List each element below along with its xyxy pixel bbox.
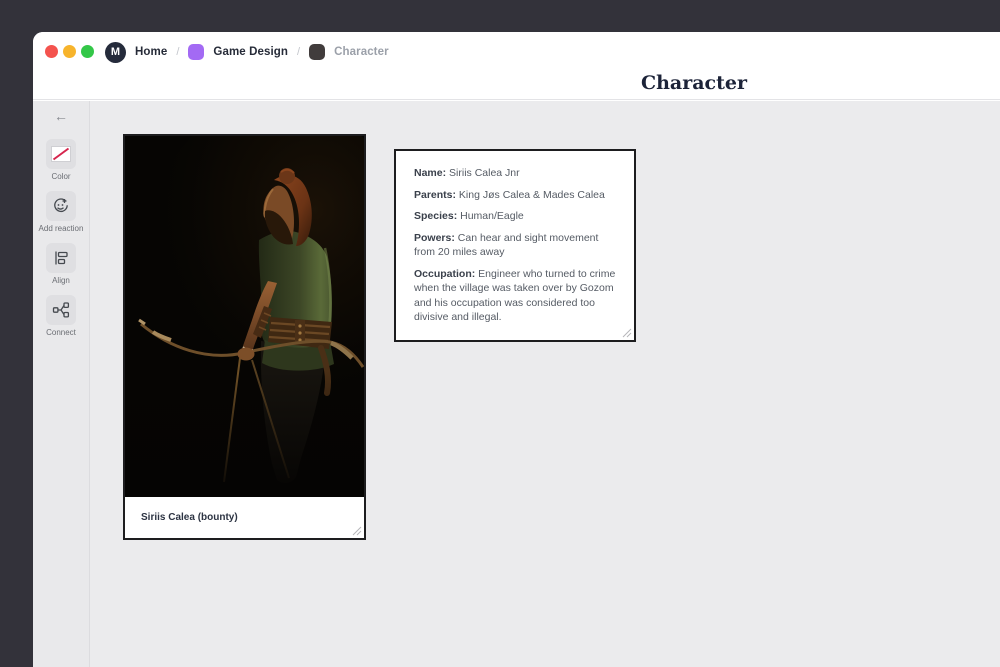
note-field-parents: Parents: King Jøs Calea & Mades Calea bbox=[414, 188, 616, 203]
note-field-powers-label: Powers: bbox=[414, 232, 455, 244]
minimize-window-button[interactable] bbox=[63, 45, 76, 58]
align-tool-label: Align bbox=[52, 276, 70, 285]
align-objects-icon[interactable] bbox=[46, 243, 76, 273]
note-field-name-value: Siriis Calea Jnr bbox=[446, 167, 520, 179]
connect-tool-label: Connect bbox=[46, 328, 76, 337]
add-reaction-tool-label: Add reaction bbox=[39, 224, 84, 233]
connect-nodes-icon[interactable] bbox=[46, 295, 76, 325]
zoom-window-button[interactable] bbox=[81, 45, 94, 58]
breadcrumb-separator: / bbox=[176, 46, 179, 58]
note-field-occupation: Occupation: Engineer who turned to crime… bbox=[414, 267, 616, 325]
breadcrumb: M Home / Game Design / Character bbox=[105, 41, 389, 63]
note-field-parents-value: King Jøs Calea & Mades Calea bbox=[456, 189, 605, 201]
color-tool-label: Color bbox=[51, 172, 70, 181]
note-field-powers: Powers: Can hear and sight movement from… bbox=[414, 231, 616, 260]
archer-illustration bbox=[125, 136, 364, 497]
game-design-board-icon[interactable] bbox=[188, 44, 204, 60]
main-area: ← Color bbox=[33, 101, 1000, 667]
page-title: Character bbox=[594, 72, 794, 94]
note-field-name: Name: Siriis Calea Jnr bbox=[414, 166, 616, 181]
close-window-button[interactable] bbox=[45, 45, 58, 58]
character-photo bbox=[125, 136, 364, 497]
app-window: M Home / Game Design / Character Charact… bbox=[33, 32, 1000, 667]
image-caption-text: Siriis Calea (bounty) bbox=[141, 512, 238, 523]
breadcrumb-character-current: Character bbox=[334, 46, 389, 58]
note-field-name-label: Name: bbox=[414, 167, 446, 179]
note-field-occupation-label: Occupation: bbox=[414, 268, 475, 280]
resize-handle-icon[interactable] bbox=[352, 526, 362, 536]
character-board-icon bbox=[309, 44, 325, 60]
back-arrow-button[interactable]: ← bbox=[54, 109, 68, 123]
connect-tool[interactable]: Connect bbox=[46, 295, 76, 337]
traffic-lights bbox=[45, 45, 94, 58]
title-bar: M Home / Game Design / Character Charact… bbox=[33, 32, 1000, 100]
align-tool[interactable]: Align bbox=[46, 243, 76, 285]
note-field-parents-label: Parents: bbox=[414, 189, 456, 201]
add-reaction-tool[interactable]: Add reaction bbox=[39, 191, 84, 233]
color-swatch-icon[interactable] bbox=[46, 139, 76, 169]
tool-sidebar: ← Color bbox=[33, 101, 90, 667]
milanote-logo-icon[interactable]: M bbox=[105, 42, 126, 63]
image-card[interactable]: Siriis Calea (bounty) bbox=[123, 134, 366, 540]
breadcrumb-separator: / bbox=[297, 46, 300, 58]
color-tool[interactable]: Color bbox=[46, 139, 76, 181]
breadcrumb-game-design[interactable]: Game Design bbox=[213, 46, 288, 58]
board-canvas[interactable]: Siriis Calea (bounty) Name: Siriis Calea… bbox=[90, 101, 1000, 667]
resize-handle-icon[interactable] bbox=[622, 328, 632, 338]
image-caption[interactable]: Siriis Calea (bounty) bbox=[125, 497, 364, 538]
note-field-species: Species: Human/Eagle bbox=[414, 209, 616, 224]
character-note-card[interactable]: Name: Siriis Calea Jnr Parents: King Jøs… bbox=[394, 149, 636, 342]
note-field-species-value: Human/Eagle bbox=[457, 210, 524, 222]
breadcrumb-home[interactable]: Home bbox=[135, 46, 167, 58]
note-field-species-label: Species: bbox=[414, 210, 457, 222]
smiley-plus-icon[interactable] bbox=[46, 191, 76, 221]
